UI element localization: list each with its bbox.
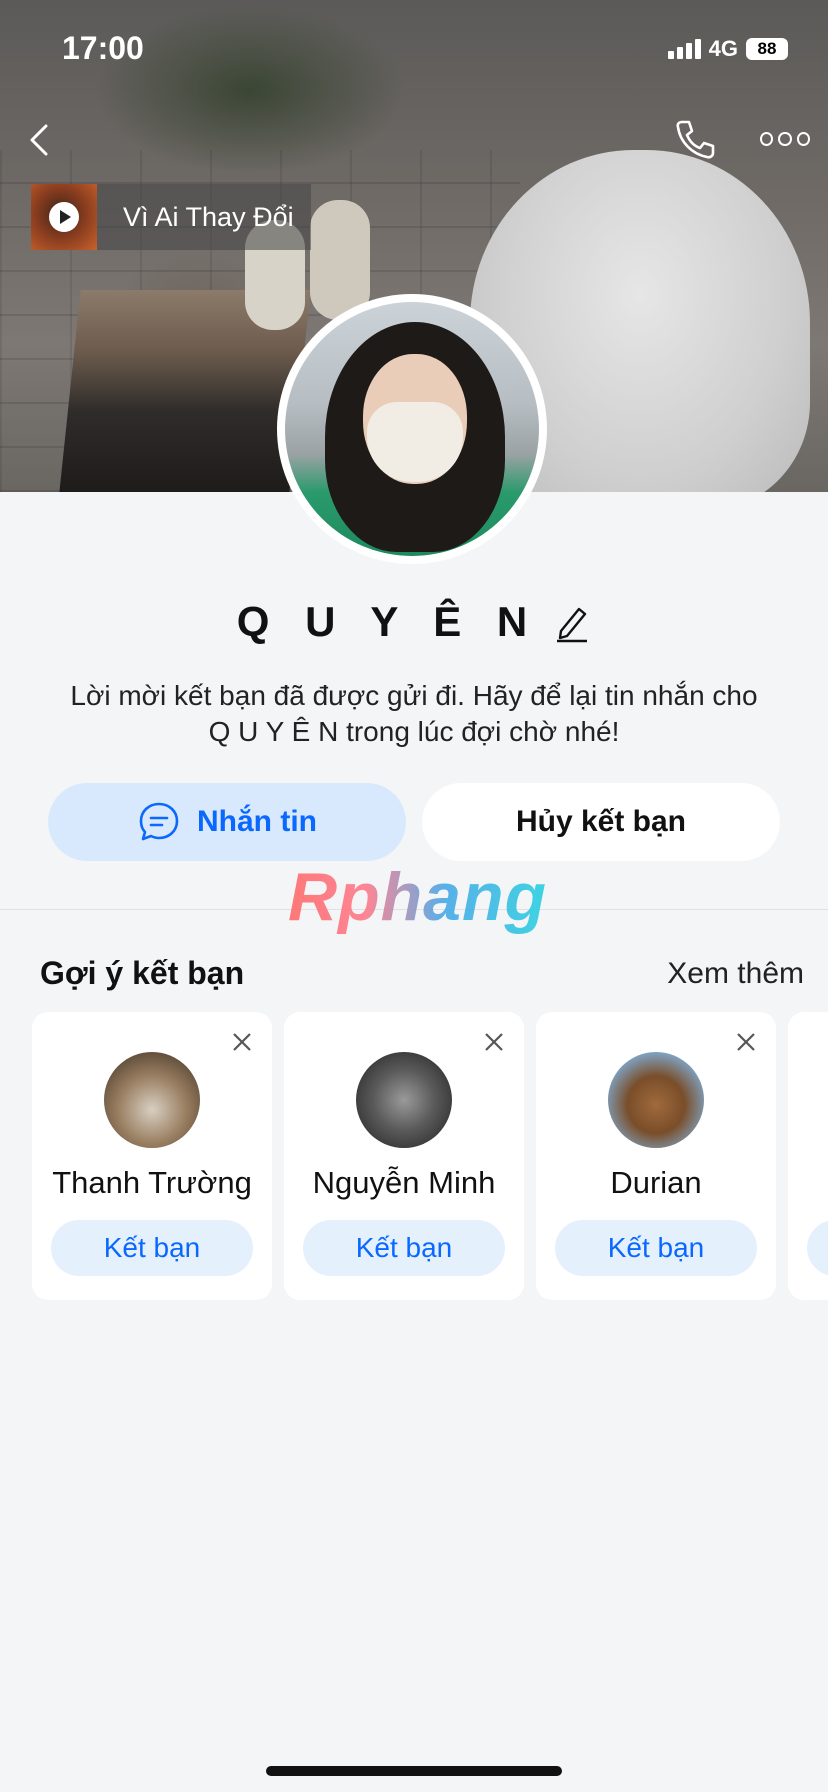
call-button[interactable] — [672, 116, 718, 162]
avatar-photo — [285, 302, 539, 556]
music-title: Vì Ai Thay Đổi — [123, 201, 294, 232]
profile-name: Q U Y Ê N — [236, 598, 540, 645]
suggestion-card[interactable]: Thanh Trường Kết bạn — [32, 1012, 272, 1300]
battery-level: 88 — [757, 39, 777, 58]
home-indicator[interactable] — [266, 1766, 562, 1776]
message-button[interactable]: Nhắn tin — [48, 783, 406, 861]
profile-music[interactable]: Vì Ai Thay Đổi — [31, 184, 311, 250]
friend-request-status: Lời mời kết bạn đã được gửi đi. Hãy để l… — [70, 680, 758, 747]
music-thumbnail — [31, 184, 97, 250]
profile-name-row: Q U Y Ê N — [0, 598, 828, 646]
back-button[interactable] — [22, 118, 62, 162]
suggestion-name: Thanh Trường — [52, 1165, 252, 1200]
play-icon[interactable] — [49, 202, 79, 232]
more-dots-icon — [760, 132, 774, 146]
cancel-friend-label: Hủy kết bạn — [515, 805, 687, 838]
watermark-logo: Rphang — [288, 859, 548, 935]
status-bar-right: 4G 88 — [667, 36, 788, 62]
chat-bubble-icon — [139, 802, 179, 841]
avatar[interactable] — [277, 294, 547, 564]
close-icon[interactable] — [482, 1030, 506, 1054]
add-friend-button[interactable]: Kết bạn — [303, 1220, 505, 1276]
add-friend-button[interactable]: Kết bạn — [51, 1220, 253, 1276]
chevron-left-icon — [30, 124, 48, 156]
more-button[interactable] — [760, 124, 810, 154]
suggestion-card-partial[interactable] — [788, 1012, 828, 1300]
add-friend-button[interactable] — [807, 1220, 828, 1276]
suggestion-carousel[interactable]: Thanh Trường Kết bạn Nguyễn Minh Kết bạn… — [32, 1012, 828, 1300]
network-type: 4G — [708, 36, 738, 61]
suggestion-avatar[interactable] — [104, 1052, 200, 1148]
message-button-label: Nhắn tin — [197, 805, 317, 838]
suggestion-name: Nguyễn Minh — [312, 1165, 496, 1200]
more-dots-icon — [778, 132, 792, 146]
close-icon[interactable] — [230, 1030, 254, 1054]
close-icon[interactable] — [734, 1030, 758, 1054]
pencil-icon[interactable] — [553, 601, 591, 643]
battery-icon: 88 — [746, 38, 788, 60]
status-time: 17:00 — [62, 30, 144, 66]
phone-icon — [676, 120, 715, 159]
signal-icon — [667, 39, 701, 59]
add-friend-button[interactable]: Kết bạn — [555, 1220, 757, 1276]
cover-slipper — [310, 200, 370, 320]
suggestions-title: Gợi ý kết bạn — [40, 955, 245, 991]
see-more-link[interactable]: Xem thêm — [667, 957, 804, 991]
cancel-friend-button[interactable]: Hủy kết bạn — [422, 783, 780, 861]
suggestion-card[interactable]: Nguyễn Minh Kết bạn — [284, 1012, 524, 1300]
suggestion-avatar[interactable] — [608, 1052, 704, 1148]
more-dots-icon — [796, 132, 810, 146]
suggestion-avatar[interactable] — [356, 1052, 452, 1148]
suggestion-name: Durian — [610, 1165, 702, 1200]
suggestion-card[interactable]: Durian Kết bạn — [536, 1012, 776, 1300]
